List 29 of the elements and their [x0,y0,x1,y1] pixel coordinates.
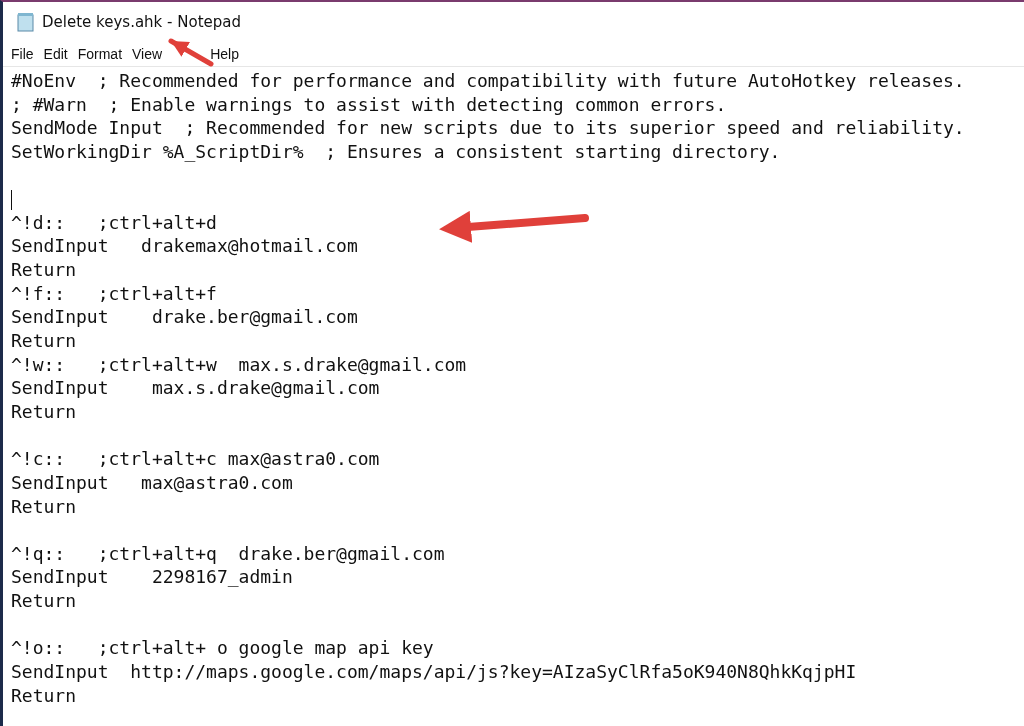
code-line: SendInput drake.ber@gmail.com [11,306,358,328]
code-line: ^!d:: ;ctrl+alt+d [11,211,217,233]
code-line: ^!c:: ;ctrl+alt+c max@astra0.com [11,448,380,470]
notepad-icon [16,12,36,32]
code-line: Return [11,495,77,517]
menu-item[interactable]: Format [77,46,123,62]
code-line: #NoEnv ; Recommended for performance and compatibility with future AutoHotkey releases. [11,70,965,91]
code-line: ^!o:: ;ctrl+alt+ o google map api key [11,637,434,659]
menu-item[interactable]: View [132,46,163,62]
code-line: Return [11,259,77,281]
code-line: SendInput drakemax@hotmail.com [11,235,358,257]
code-line: SetWorkingDir %A_ScriptDir% ; Ensures a consistent starting directory. [11,140,781,162]
code-line: Return [11,684,77,706]
code-line: SendInput 2298167_admin [11,566,293,588]
menu-item[interactable]: Help [210,46,239,62]
code-line: SendInput max@astra0.com [11,471,293,493]
code-line: SendInput max.s.drake@gmail.com [11,377,380,399]
code-line: ^!f:: ;ctrl+alt+f [11,282,217,304]
code-line: ^!q:: ;ctrl+alt+q drake.ber@gmail.com [11,542,445,564]
menu-item[interactable]: File [11,46,34,62]
code-line: Return [11,590,77,612]
code-line: ; #Warn ; Enable warnings to assist with detecting common errors. [11,93,727,115]
window-title: Delete keys.ahk - Notepad [42,13,241,31]
code-line: Return [11,400,77,422]
code-line: SendInput http://maps.google.com/maps/api/js?key=AIzaSyClRfa5oK940N8QhkKqjpHI [11,661,857,682]
menu-item[interactable]: Edit [43,46,68,62]
code-line: Return [11,330,77,352]
code-line: SendMode Input ; Recommended for new scripts due to its superior speed and reliability. [11,117,965,139]
code-line: ^!w:: ;ctrl+alt+w max.s.drake@gmail.com [11,353,467,375]
